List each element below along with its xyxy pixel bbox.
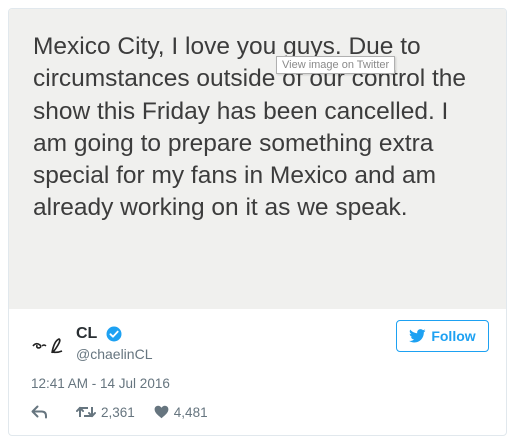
follow-label: Follow: [431, 328, 476, 344]
reply-button[interactable]: [31, 405, 48, 419]
tweet-image[interactable]: Mexico City, I love you guys. Due to cir…: [9, 9, 506, 309]
retweet-count: 2,361: [101, 404, 135, 420]
retweet-icon: [76, 406, 96, 418]
verified-badge-icon: [106, 326, 122, 342]
heart-icon: [154, 405, 169, 419]
reply-icon: [31, 405, 47, 419]
author-name[interactable]: CL: [76, 325, 97, 343]
like-button[interactable]: 4,481: [154, 405, 208, 420]
signature-avatar-icon[interactable]: [31, 333, 67, 357]
view-on-twitter-tooltip: View image on Twitter: [276, 56, 396, 74]
tweet-actions: 2,361 4,481: [31, 402, 208, 422]
follow-button[interactable]: Follow: [396, 320, 489, 352]
twitter-bird-icon: [409, 329, 426, 343]
author-handle[interactable]: @chaelinCL: [76, 346, 152, 362]
tweet-timestamp[interactable]: 12:41 AM - 14 Jul 2016: [31, 376, 170, 391]
tweet-image-text: Mexico City, I love you guys. Due to cir…: [33, 33, 467, 222]
retweet-button[interactable]: 2,361: [76, 405, 135, 420]
embedded-tweet-card: Mexico City, I love you guys. Due to cir…: [8, 8, 507, 436]
like-count: 4,481: [173, 404, 208, 420]
